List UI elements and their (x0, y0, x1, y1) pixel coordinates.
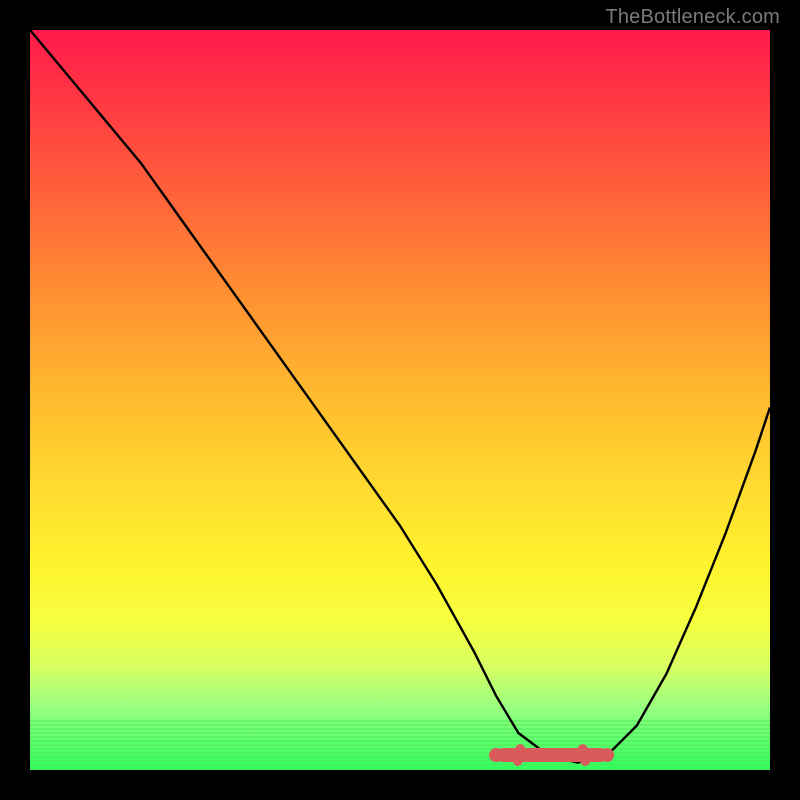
chart-frame: TheBottleneck.com (0, 0, 800, 800)
watermark-text: TheBottleneck.com (605, 6, 780, 29)
chart-gradient-background (30, 30, 770, 770)
